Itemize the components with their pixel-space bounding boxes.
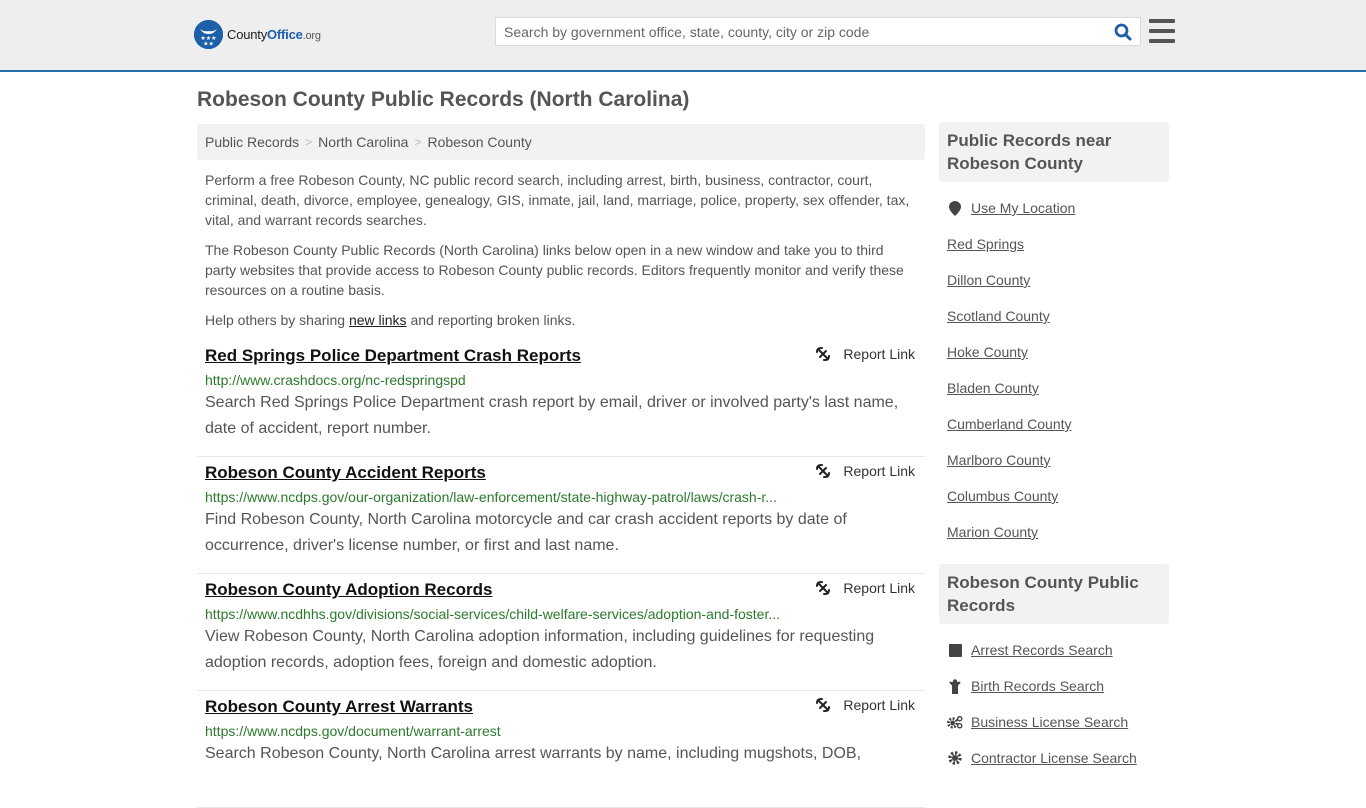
- report-link-button[interactable]: Report Link: [815, 346, 915, 362]
- county-record-item: Birth Records Search: [947, 668, 1161, 704]
- site-header: ★★★ ★★ CountyOffice.org: [0, 0, 1366, 72]
- records-list: Red Springs Police Department Crash Repo…: [197, 340, 925, 808]
- child-icon: [947, 678, 963, 694]
- broken-link-icon: [816, 581, 831, 595]
- report-link-button[interactable]: Report Link: [815, 463, 915, 479]
- broken-link-icon: [816, 347, 831, 361]
- nearby-link-cumberland-county[interactable]: Cumberland County: [947, 416, 1072, 432]
- cogs-icon: [947, 715, 963, 729]
- nearby-item: Scotland County: [947, 298, 1161, 334]
- breadcrumb-north-carolina[interactable]: North Carolina: [318, 134, 408, 150]
- search-input[interactable]: [496, 18, 1106, 45]
- record-item: Robeson County Arrest Warrants Report Li…: [197, 691, 925, 808]
- breadcrumb-public-records[interactable]: Public Records: [205, 134, 299, 150]
- search-icon: [1114, 23, 1132, 40]
- record-title-link[interactable]: Robeson County Arrest Warrants: [205, 697, 473, 717]
- nearby-item: Dillon County: [947, 262, 1161, 298]
- logo-text: CountyOffice.org: [227, 27, 321, 42]
- use-my-location-link[interactable]: Use My Location: [971, 200, 1075, 216]
- record-url: https://www.ncdps.gov/document/warrant-a…: [205, 723, 501, 739]
- nearby-link-red-springs[interactable]: Red Springs: [947, 236, 1024, 252]
- nearby-link-scotland-county[interactable]: Scotland County: [947, 308, 1050, 324]
- record-item: Red Springs Police Department Crash Repo…: [197, 340, 925, 457]
- county-record-item: Arrest Records Search: [947, 632, 1161, 668]
- nearby-item: Hoke County: [947, 334, 1161, 370]
- record-url: http://www.crashdocs.org/nc-redspringspd: [205, 372, 466, 388]
- breadcrumb-separator: >: [414, 135, 422, 149]
- search-button[interactable]: [1106, 18, 1140, 45]
- nearby-item: Cumberland County: [947, 406, 1161, 442]
- nearby-link-marion-county[interactable]: Marion County: [947, 524, 1038, 540]
- record-url: https://www.ncdhhs.gov/divisions/social-…: [205, 606, 781, 622]
- record-description: Find Robeson County, North Carolina moto…: [205, 511, 847, 554]
- gear-icon: [947, 751, 963, 765]
- intro-paragraph-1: Perform a free Robeson County, NC public…: [205, 172, 910, 228]
- contractor-license-search-link[interactable]: Contractor License Search: [971, 750, 1137, 766]
- broken-link-icon: [816, 464, 831, 478]
- birth-records-search-link[interactable]: Birth Records Search: [971, 678, 1104, 694]
- nearby-item: Red Springs: [947, 226, 1161, 262]
- nearby-records-list: Use My Location Red Springs Dillon Count…: [939, 182, 1169, 550]
- record-title-link[interactable]: Robeson County Accident Reports: [205, 463, 486, 483]
- business-license-search-link[interactable]: Business License Search: [971, 714, 1128, 730]
- nearby-item: Marion County: [947, 514, 1161, 550]
- main-content: Public Records > North Carolina > Robeso…: [197, 124, 925, 808]
- nearby-records-heading: Public Records near Robeson County: [939, 122, 1169, 182]
- new-links-link[interactable]: new links: [349, 312, 407, 328]
- record-item: Robeson County Accident Reports Report L…: [197, 457, 925, 574]
- eagle-badge-icon: ★★★ ★★: [194, 20, 223, 49]
- county-record-item: Business License Search: [947, 704, 1161, 740]
- nearby-item: Columbus County: [947, 478, 1161, 514]
- search-bar: [495, 17, 1141, 46]
- record-description: Search Red Springs Police Department cra…: [205, 394, 899, 437]
- site-logo[interactable]: ★★★ ★★ CountyOffice.org: [194, 20, 321, 49]
- record-title-link[interactable]: Robeson County Adoption Records: [205, 580, 492, 600]
- intro-paragraph-3: Help others by sharing new links and rep…: [205, 312, 576, 328]
- svg-text:★★: ★★: [203, 41, 214, 48]
- report-link-button[interactable]: Report Link: [815, 580, 915, 596]
- record-description: View Robeson County, North Carolina adop…: [205, 628, 875, 671]
- nearby-item: Marlboro County: [947, 442, 1161, 478]
- record-url: https://www.ncdps.gov/our-organization/l…: [205, 489, 777, 505]
- record-title-link[interactable]: Red Springs Police Department Crash Repo…: [205, 346, 581, 366]
- square-icon: [947, 643, 963, 657]
- use-my-location-item: Use My Location: [947, 190, 1161, 226]
- arrest-records-search-link[interactable]: Arrest Records Search: [971, 642, 1113, 658]
- nearby-link-columbus-county[interactable]: Columbus County: [947, 488, 1058, 504]
- breadcrumb: Public Records > North Carolina > Robeso…: [197, 124, 925, 160]
- breadcrumb-robeson-county[interactable]: Robeson County: [427, 134, 531, 150]
- nearby-link-hoke-county[interactable]: Hoke County: [947, 344, 1028, 360]
- hamburger-menu-icon[interactable]: [1149, 19, 1175, 43]
- page-title: Robeson County Public Records (North Car…: [197, 88, 690, 111]
- intro-paragraph-2: The Robeson County Public Records (North…: [205, 242, 904, 298]
- map-marker-icon: [947, 200, 963, 216]
- county-record-item: Contractor License Search: [947, 740, 1161, 776]
- report-link-button[interactable]: Report Link: [815, 697, 915, 713]
- breadcrumb-separator: >: [305, 135, 313, 149]
- nearby-link-dillon-county[interactable]: Dillon County: [947, 272, 1030, 288]
- nearby-item: Bladen County: [947, 370, 1161, 406]
- intro-text: Perform a free Robeson County, NC public…: [197, 160, 925, 330]
- sidebar: Public Records near Robeson County Use M…: [939, 122, 1169, 790]
- county-records-list: Arrest Records Search Birth Records Sear…: [939, 624, 1169, 776]
- record-item: Robeson County Adoption Records Report L…: [197, 574, 925, 691]
- nearby-link-bladen-county[interactable]: Bladen County: [947, 380, 1039, 396]
- county-records-heading: Robeson County Public Records: [939, 564, 1169, 624]
- record-description: Search Robeson County, North Carolina ar…: [205, 745, 862, 762]
- nearby-link-marlboro-county[interactable]: Marlboro County: [947, 452, 1051, 468]
- broken-link-icon: [816, 698, 831, 712]
